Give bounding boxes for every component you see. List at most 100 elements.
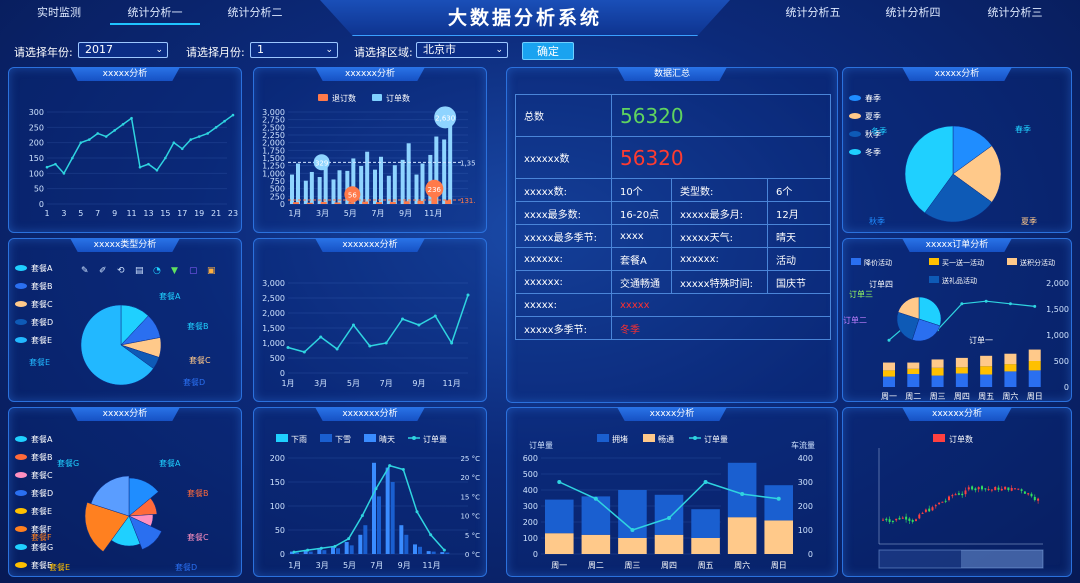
title-banner: 大数据分析系统 (320, 0, 730, 36)
panel-package-rose: xxxxx分析 套餐A 套餐B 套餐C 套餐D 套餐E 套餐F 套餐G 套餐E 套餐A 套餐B 套餐… (8, 407, 242, 577)
chevron-down-icon: ⌄ (495, 45, 503, 55)
data-point (351, 323, 355, 327)
bar (308, 551, 313, 554)
data-point (223, 119, 226, 123)
y-tick-label: 50 (275, 526, 285, 535)
bar (403, 201, 410, 204)
candle-body (967, 487, 970, 490)
legend-label: 套餐D (31, 317, 53, 327)
y-tick-label: 500 (1054, 357, 1069, 366)
x-tick-label: 9月 (398, 561, 411, 570)
nav-tab-stat4[interactable]: 统计分析四 (868, 4, 958, 20)
data-point (335, 347, 339, 351)
legend-label: 套餐A (31, 263, 53, 273)
bar (618, 538, 647, 554)
page-title: 大数据分析系统 (447, 7, 602, 29)
legend-icon (15, 544, 27, 550)
bar (413, 544, 417, 554)
candle-body (971, 486, 974, 490)
nav-tab-stat5[interactable]: 统计分析五 (768, 4, 858, 20)
data-point (292, 550, 296, 554)
bar (448, 115, 453, 204)
total-value: 56320 (611, 94, 831, 137)
x-tick-label: 周日 (1027, 392, 1043, 401)
month-select[interactable]: 1 ⌄ (250, 42, 338, 58)
y-tick-label: 200 (29, 139, 44, 148)
summary-table: 总数 56320 xxxxxx数 56320 xxxxx数: 10个 类型数: 6个 xx… (515, 94, 831, 340)
bar (337, 170, 342, 204)
year-select[interactable]: 2017 ⌄ (78, 42, 168, 58)
nav-tab-stat3[interactable]: 统计分析三 (970, 4, 1060, 20)
nav-tab-stat2[interactable]: 统计分析二 (210, 4, 300, 20)
legend-icon (849, 149, 861, 155)
candle-body (911, 520, 914, 522)
legend-label: 下雪 (335, 435, 351, 444)
legend-label: 夏季 (865, 111, 881, 121)
candle-body (938, 502, 941, 505)
area-select[interactable]: 北京市 ⌄ (416, 42, 508, 58)
legend-icon (15, 454, 27, 460)
bar (907, 374, 920, 387)
table-row: xxxxxx: 套餐A xxxxxx: 活动 (515, 247, 831, 271)
x-tick-label: 23 (228, 209, 238, 218)
x-tick-label: 周二 (588, 561, 604, 570)
bar (420, 163, 425, 204)
legend-swatch (276, 434, 288, 442)
candle-body (987, 489, 990, 491)
data-point (155, 168, 159, 172)
x-tick-label: 3月 (316, 209, 329, 218)
cell: xxxxx多季节: (515, 316, 612, 340)
y-axis-title: 订单量 (529, 440, 553, 450)
nav-tab-stat1[interactable]: 统计分析一 (110, 4, 200, 25)
x-tick-label: 9月 (399, 209, 412, 218)
panel-title: xxxxxxx分析 (315, 238, 425, 252)
panel-title: xxxxx分析 (902, 67, 1012, 81)
series-line (293, 464, 445, 553)
candle-body (1037, 498, 1040, 501)
bar (581, 534, 611, 554)
x-tick-label: 15 (160, 209, 170, 218)
bar (373, 169, 377, 204)
bar (883, 376, 895, 387)
bar (654, 534, 684, 554)
legend-label: 套餐D (31, 488, 53, 498)
y-tick-label: 0 (39, 200, 44, 209)
bar (385, 467, 390, 554)
y-tick-label: 2,750 (262, 116, 285, 125)
bar (955, 357, 968, 368)
x-tick-label: 9月 (412, 379, 425, 388)
legend-swatch (933, 434, 945, 442)
nav-tab-realtime[interactable]: 实时监测 (14, 4, 104, 20)
y-tick-label: 150 (270, 478, 285, 487)
confirm-button[interactable]: 确定 (522, 42, 574, 60)
y-tick-label: 1,500 (262, 154, 285, 163)
y-tick-label: 2,500 (262, 294, 285, 303)
legend-icon (15, 265, 27, 271)
panel-title: xxxxxx分析 (902, 407, 1012, 421)
candle-body (921, 512, 924, 514)
bar (581, 496, 611, 535)
slice-label: 订单三 (849, 289, 873, 299)
toolbar-icon: ▣ (207, 266, 216, 276)
toolbar-icon: ✎ (81, 266, 89, 276)
bar (320, 201, 327, 204)
data-point (466, 293, 470, 297)
y-tick-label: 2,000 (1046, 279, 1069, 288)
slice-label: 订单二 (843, 315, 867, 325)
panel-title: xxxxxxx分析 (315, 407, 425, 421)
slice-label: 夏季 (1021, 216, 1037, 226)
candle-body (1000, 488, 1003, 491)
slice-label: 订单一 (969, 335, 993, 345)
y-tick-label: 1,500 (1046, 305, 1069, 314)
y2-tick-label: 400 (798, 454, 813, 463)
bar-chart-traffic: 拥堵 畅通 订单量订单量 车流量010020030040050060001002003… (523, 434, 815, 570)
y-tick-label: 3,000 (262, 108, 285, 117)
cell: 12月 (767, 201, 831, 225)
data-label: 2,630 (435, 114, 455, 122)
table-row: xxxxx最多季节: xxxx xxxxx天气: 晴天 (515, 224, 831, 248)
legend-swatch (693, 436, 697, 440)
legend-icon (849, 131, 861, 137)
legend-label: 买一送一活动 (942, 258, 984, 267)
legend-icon (15, 526, 27, 532)
data-label: 56 (348, 191, 357, 199)
